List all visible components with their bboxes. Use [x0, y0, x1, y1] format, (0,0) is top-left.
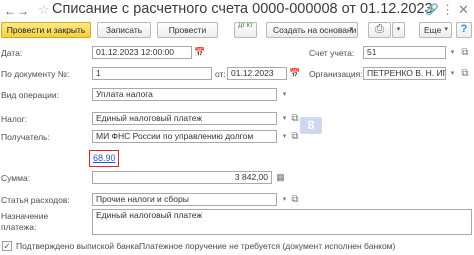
- create-based-on-label: Создать на основании: [273, 25, 358, 35]
- bank-confirmed-label: Подтверждено выпиской банка:: [16, 241, 142, 251]
- window-title: Списание с расчетного счета 0000-000008 …: [52, 1, 433, 17]
- printer-icon: ⎙: [375, 23, 384, 35]
- document-from-label: от:: [215, 69, 226, 79]
- calculator-icon[interactable]: ▦: [274, 171, 287, 184]
- help-icon: ?: [460, 23, 468, 35]
- chevron-down-icon[interactable]: ▾: [447, 67, 458, 80]
- dt-kt-report-button[interactable]: Дт Кт: [234, 22, 257, 38]
- account-field[interactable]: 51: [363, 46, 446, 59]
- expense-item-label: Статья расходов:: [1, 195, 70, 205]
- amount-field[interactable]: 3 842,00: [92, 171, 272, 184]
- more-actions-icon[interactable]: ⋮: [441, 3, 454, 17]
- payment-purpose-field[interactable]: Единый налоговый платеж: [92, 209, 472, 235]
- help-button[interactable]: ?: [456, 22, 472, 38]
- chevron-down-icon: ▾: [396, 26, 401, 33]
- forward-arrow-icon[interactable]: →: [17, 4, 29, 19]
- link-icon[interactable]: 🔗: [425, 4, 439, 17]
- favorite-star-icon[interactable]: ☆: [38, 2, 50, 18]
- document-number-field[interactable]: 1: [92, 67, 212, 80]
- dt-kt-label: Дт Кт: [238, 23, 253, 29]
- date-field[interactable]: 01.12.2023 12:00:00: [92, 46, 192, 59]
- bank-confirmed-checkbox[interactable]: ✓: [2, 241, 12, 251]
- operation-type-label: Вид операции:: [1, 90, 59, 100]
- expense-item-field[interactable]: Прочие налоги и сборы: [92, 193, 277, 206]
- post-and-close-button[interactable]: Провести и закрыть: [1, 22, 91, 38]
- account-label: Счет учета:: [309, 48, 355, 58]
- payment-purpose-label: Назначение платежа:: [1, 211, 49, 232]
- date-label: Дата:: [1, 48, 23, 58]
- close-icon[interactable]: ✕: [457, 3, 470, 17]
- tax-field[interactable]: Единый налоговый платеж: [92, 112, 277, 125]
- document-date-field[interactable]: 01.12.2023: [227, 67, 287, 80]
- open-icon[interactable]: ⧉: [289, 193, 301, 206]
- operation-type-field[interactable]: Уплата налога: [92, 88, 277, 101]
- more-label: Еще: [424, 25, 442, 35]
- calendar-icon[interactable]: 📅: [289, 67, 301, 80]
- back-arrow-icon[interactable]: ←: [4, 4, 16, 19]
- chevron-down-icon: ▾: [444, 26, 448, 33]
- organization-label: Организация:: [309, 69, 363, 79]
- save-button[interactable]: Записать: [97, 22, 151, 38]
- chevron-down-icon: ▾: [349, 26, 353, 33]
- post-button[interactable]: Провести: [157, 22, 218, 38]
- tax-label: Налог:: [1, 114, 28, 124]
- open-icon[interactable]: ⧉: [459, 46, 471, 59]
- payment-order-note: Платежное поручение не требуется (докуме…: [139, 241, 396, 251]
- more-button[interactable]: Еще ▾: [419, 22, 452, 38]
- recipient-field[interactable]: МИ ФНС России по управлению долгом: [92, 130, 277, 143]
- create-based-on-button[interactable]: Создать на основании ▾: [266, 22, 358, 38]
- amount-label: Сумма:: [1, 173, 31, 183]
- print-button[interactable]: ⎙: [368, 22, 391, 38]
- print-menu-button[interactable]: ▾: [392, 22, 405, 38]
- chevron-down-icon[interactable]: ▾: [279, 88, 290, 101]
- chevron-down-icon[interactable]: ▾: [447, 46, 458, 59]
- open-icon[interactable]: ⧉: [459, 67, 471, 80]
- watermark-logo: 8: [300, 117, 322, 134]
- recipient-account-link[interactable]: 68.90: [93, 152, 116, 164]
- organization-field[interactable]: ПЕТРЕНКО В. Н. ИП: [363, 67, 446, 80]
- recipient-label: Получатель:: [1, 132, 50, 142]
- calendar-icon[interactable]: 📅: [194, 46, 206, 59]
- document-number-label: По документу №:: [1, 69, 70, 79]
